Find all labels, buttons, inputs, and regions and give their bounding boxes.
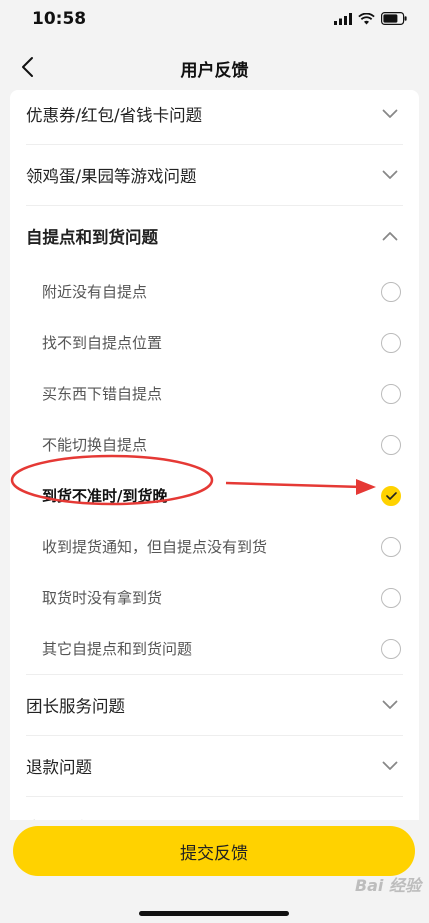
checkmark-icon — [385, 491, 397, 500]
status-bar: 10:58 — [0, 0, 429, 44]
category-leader[interactable]: 团长服务问题 — [26, 675, 403, 736]
category-coupon[interactable]: 优惠券/红包/省钱卡问题 — [26, 90, 403, 145]
wifi-icon — [358, 12, 375, 24]
option-row[interactable]: 找不到自提点位置 — [26, 317, 403, 368]
watermark: Bai 经验 — [354, 876, 421, 895]
option-row-selected[interactable]: 到货不准时/到货晚 — [26, 470, 403, 521]
nav-bar: 用户反馈 — [0, 44, 429, 90]
chevron-down-icon — [379, 755, 401, 777]
status-time: 10:58 — [32, 9, 87, 29]
category-label: 优惠券/红包/省钱卡问题 — [26, 106, 203, 125]
home-indicator — [139, 911, 289, 916]
pickup-options-list: 附近没有自提点 找不到自提点位置 买东西下错自提点 不能切换自提点 到货不准时/… — [26, 266, 403, 675]
option-row[interactable]: 取货时没有拿到货 — [26, 572, 403, 623]
category-label: 领鸡蛋/果园等游戏问题 — [26, 167, 197, 186]
radio-button[interactable] — [381, 536, 401, 557]
option-label: 买东西下错自提点 — [42, 385, 163, 403]
page-title: 用户反馈 — [180, 61, 249, 81]
option-label: 不能切换自提点 — [42, 436, 148, 454]
option-label: 其它自提点和到货问题 — [42, 640, 193, 658]
option-row[interactable]: 买东西下错自提点 — [26, 368, 403, 419]
option-row[interactable]: 不能切换自提点 — [26, 419, 403, 470]
category-label: 退款问题 — [26, 758, 92, 777]
category-pickup[interactable]: 自提点和到货问题 — [26, 206, 403, 266]
category-label: 团长服务问题 — [26, 697, 125, 716]
category-label: 自提点和到货问题 — [26, 228, 158, 247]
category-refund[interactable]: 退款问题 — [26, 736, 403, 797]
option-label: 附近没有自提点 — [42, 283, 148, 301]
radio-button[interactable] — [381, 383, 401, 404]
option-label: 收到提货通知，但自提点没有到货 — [42, 538, 268, 556]
signal-icon — [334, 12, 352, 25]
radio-button-checked[interactable] — [381, 485, 401, 506]
option-row[interactable]: 附近没有自提点 — [26, 266, 403, 317]
radio-button[interactable] — [381, 587, 401, 608]
option-row[interactable]: 收到提货通知，但自提点没有到货 — [26, 521, 403, 572]
option-label: 找不到自提点位置 — [42, 334, 163, 352]
radio-button[interactable] — [381, 638, 401, 659]
feedback-card: 优惠券/红包/省钱卡问题 领鸡蛋/果园等游戏问题 自提点和到货问题 附近没有自提… — [10, 90, 419, 830]
chevron-down-icon — [379, 103, 401, 125]
option-row[interactable]: 其它自提点和到货问题 — [26, 623, 403, 674]
chevron-down-icon — [379, 164, 401, 186]
chevron-down-icon — [379, 694, 401, 716]
radio-button[interactable] — [381, 434, 401, 455]
category-game[interactable]: 领鸡蛋/果园等游戏问题 — [26, 145, 403, 206]
radio-button[interactable] — [381, 332, 401, 353]
option-label: 取货时没有拿到货 — [42, 589, 163, 607]
submit-feedback-button[interactable]: 提交反馈 — [13, 826, 415, 876]
chevron-up-icon — [379, 225, 401, 247]
status-icons — [334, 12, 407, 25]
option-label: 到货不准时/到货晚 — [42, 487, 168, 505]
battery-icon — [381, 12, 407, 25]
radio-button[interactable] — [381, 281, 401, 302]
